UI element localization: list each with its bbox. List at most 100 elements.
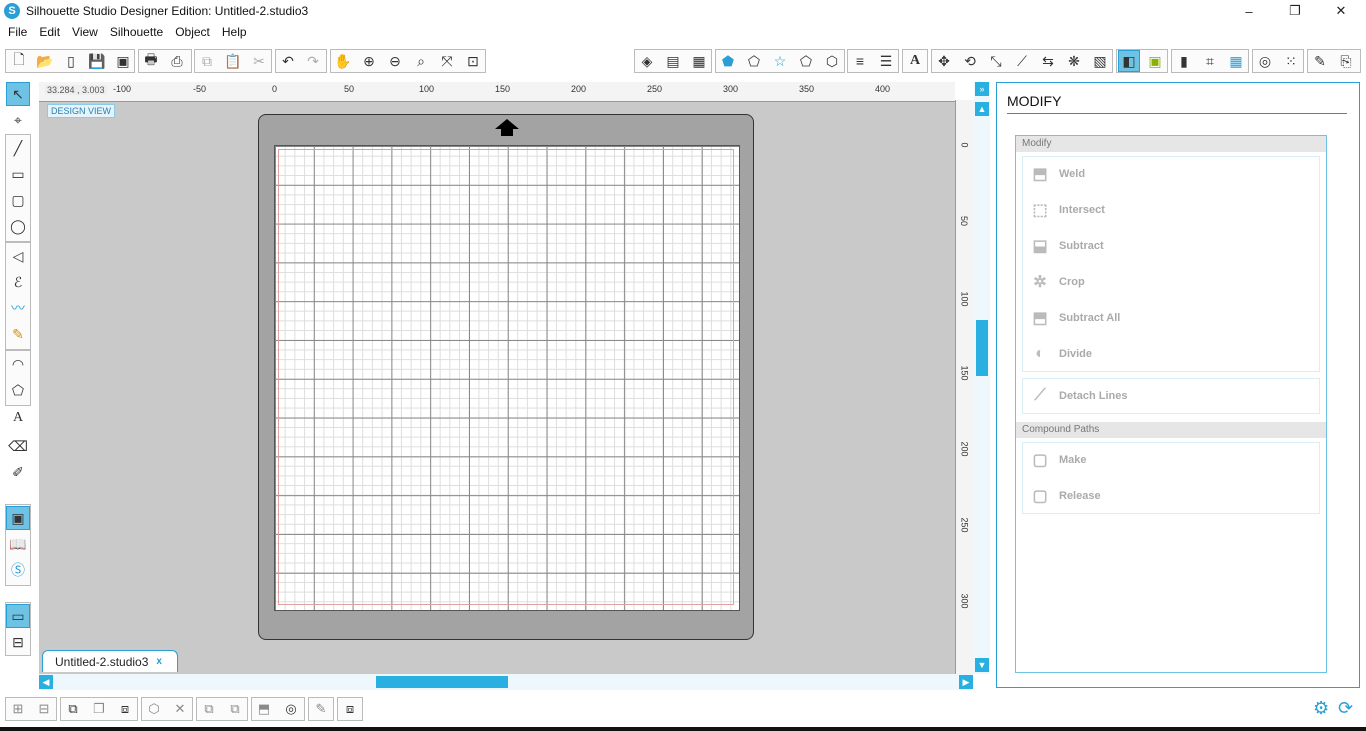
emboss-icon[interactable]: ⁙ <box>1280 50 1302 72</box>
save-icon[interactable]: 💾 <box>86 50 108 72</box>
rounded-rectangle-tool-icon[interactable]: ▢ <box>6 188 30 212</box>
open-icon[interactable]: 📂 <box>34 50 56 72</box>
maximize-button[interactable]: ❐ <box>1272 0 1318 22</box>
group-icon[interactable]: ⊞ <box>7 698 29 720</box>
cutting-grid[interactable] <box>274 145 740 611</box>
regular-polygon-tool-icon[interactable]: ⬠ <box>6 378 30 402</box>
divide-button[interactable]: ◐ Divide <box>1027 339 1307 369</box>
settings-gear-icon[interactable]: ⚙ <box>1313 698 1329 719</box>
trace-icon[interactable]: ▣ <box>1144 50 1166 72</box>
distribute-icon[interactable]: ⧉ <box>224 698 246 720</box>
drag-zoom-icon[interactable]: ⤧ <box>436 50 458 72</box>
star-icon[interactable]: ☆ <box>769 50 791 72</box>
cut-settings-icon[interactable]: ◎ <box>1254 50 1276 72</box>
rectangle-tool-icon[interactable]: ▭ <box>6 162 30 186</box>
arc-tool-icon[interactable]: ◠ <box>6 352 30 376</box>
smooth-freehand-tool-icon[interactable]: ✎ <box>6 322 30 346</box>
duplicate-icon[interactable]: ⬡ <box>143 698 165 720</box>
page-tool-icon[interactable]: ▭ <box>6 604 30 628</box>
align-icon[interactable]: ⧉ <box>198 698 220 720</box>
scroll-right-icon[interactable]: ▶ <box>959 675 973 689</box>
zoom-in-icon[interactable]: ⊕ <box>358 50 380 72</box>
pentagon-fill-icon[interactable]: ⬟ <box>717 50 739 72</box>
subtract-button[interactable]: ⬓ Subtract <box>1027 231 1307 261</box>
intersect-button[interactable]: ⬚ Intersect <box>1027 195 1307 225</box>
replicate-icon[interactable]: ❋ <box>1063 50 1085 72</box>
trace-quick-icon[interactable]: ✎ <box>310 698 332 720</box>
crop-button[interactable]: ✲ Crop <box>1027 267 1307 297</box>
copy-icon[interactable]: ⧉ <box>196 50 218 72</box>
shear-icon[interactable]: ⟋ <box>1011 50 1033 72</box>
undo-icon[interactable]: ↶ <box>277 50 299 72</box>
fill-color-icon[interactable]: ◈ <box>636 50 658 72</box>
split-view-tool-icon[interactable]: ⊟ <box>6 630 30 654</box>
paste-icon[interactable]: 📋 <box>222 50 244 72</box>
expand-panel-icon[interactable]: » <box>975 82 989 96</box>
send-cut-icon[interactable]: ⎙ <box>166 50 188 72</box>
zoom-select-icon[interactable]: ⌕ <box>410 50 432 72</box>
bring-forward-icon[interactable]: ❐ <box>88 698 110 720</box>
library-tool-icon[interactable]: 📖 <box>6 532 30 556</box>
new-doc-icon[interactable]: 🗋 <box>8 50 30 72</box>
menu-silhouette[interactable]: Silhouette <box>104 25 169 39</box>
close-window-button[interactable]: ✕ <box>1318 0 1364 22</box>
subtract-all-button[interactable]: ⬒ Subtract All <box>1027 303 1307 333</box>
pattern-icon[interactable]: ▦ <box>688 50 710 72</box>
pan-icon[interactable]: ✋ <box>332 50 354 72</box>
release-compound-button[interactable]: ▢ Release <box>1027 481 1307 511</box>
minimize-button[interactable]: – <box>1226 0 1272 22</box>
select-tool-icon[interactable]: ↖ <box>6 82 30 106</box>
store-tool-icon[interactable]: Ⓢ <box>6 558 30 582</box>
horizontal-scrollbar[interactable]: ◀ ▶ <box>39 674 973 690</box>
send-backward-icon[interactable]: ⧈ <box>114 698 136 720</box>
scale-icon[interactable]: ⤡ <box>985 50 1007 72</box>
edit-points-tool-icon[interactable]: ⌖ <box>6 108 30 132</box>
design-view-tool-icon[interactable]: ▣ <box>6 506 30 530</box>
horizontal-scroll-thumb[interactable] <box>376 676 508 688</box>
registration-icon[interactable]: ⌗ <box>1199 50 1221 72</box>
layers-icon[interactable]: ⧈ <box>339 698 361 720</box>
scroll-down-icon[interactable]: ▼ <box>975 658 989 672</box>
ellipse-tool-icon[interactable]: ◯ <box>6 214 30 238</box>
page-setup-icon[interactable]: ▮ <box>1173 50 1195 72</box>
knife-tool-icon[interactable]: ✐ <box>6 460 30 484</box>
pentagon-outline-icon[interactable]: ⬠ <box>743 50 765 72</box>
move-icon[interactable]: ✥ <box>933 50 955 72</box>
menu-object[interactable]: Object <box>169 25 216 39</box>
vertical-scroll-thumb[interactable] <box>976 320 988 376</box>
arrange-icon[interactable]: ⧉ <box>62 698 84 720</box>
rotate-icon[interactable]: ⟲ <box>959 50 981 72</box>
close-tab-icon[interactable]: x <box>156 656 162 667</box>
weld-button[interactable]: ⬒ Weld <box>1027 159 1307 189</box>
vertical-scrollbar[interactable]: » ▲ ▼ <box>974 82 990 674</box>
ungroup-icon[interactable]: ⊟ <box>33 698 55 720</box>
line-style-icon[interactable]: ☰ <box>875 50 897 72</box>
offset-quick-icon[interactable]: ◎ <box>280 698 302 720</box>
grid-icon[interactable]: ▦ <box>1225 50 1247 72</box>
sketch-pen-icon[interactable]: ✎ <box>1309 50 1331 72</box>
offset-icon[interactable]: ▧ <box>1089 50 1111 72</box>
redo-icon[interactable]: ↷ <box>302 50 324 72</box>
menu-help[interactable]: Help <box>216 25 253 39</box>
scroll-left-icon[interactable]: ◀ <box>39 675 53 689</box>
zoom-out-icon[interactable]: ⊖ <box>384 50 406 72</box>
modify-icon[interactable]: ◧ <box>1118 50 1140 72</box>
line-effect-icon[interactable]: ⬡ <box>821 50 843 72</box>
sketch-icon[interactable]: ⬠ <box>795 50 817 72</box>
eraser-tool-icon[interactable]: ⌫ <box>6 434 30 458</box>
freehand-tool-icon[interactable]: 〰 <box>6 296 30 320</box>
text-tool-icon[interactable]: A <box>6 406 30 430</box>
menu-view[interactable]: View <box>66 25 104 39</box>
template-icon[interactable]: ▯ <box>60 50 82 72</box>
line-tool-icon[interactable]: ╱ <box>6 136 30 160</box>
detach-lines-button[interactable]: ⟋ Detach Lines <box>1027 381 1307 411</box>
design-canvas[interactable]: 33.284 , 3.003 -100 -50 0 50 100 150 200… <box>39 82 955 674</box>
polygon-tool-icon[interactable]: ◁ <box>6 244 30 268</box>
text-style-icon[interactable]: A <box>904 50 926 72</box>
curve-tool-icon[interactable]: ℰ <box>6 270 30 294</box>
line-color-icon[interactable]: ≡ <box>849 50 871 72</box>
fit-page-icon[interactable]: ⊡ <box>462 50 484 72</box>
refresh-icon[interactable]: ⟳ <box>1338 698 1353 719</box>
menu-edit[interactable]: Edit <box>33 25 66 39</box>
delete-icon[interactable]: ✕ <box>169 698 191 720</box>
